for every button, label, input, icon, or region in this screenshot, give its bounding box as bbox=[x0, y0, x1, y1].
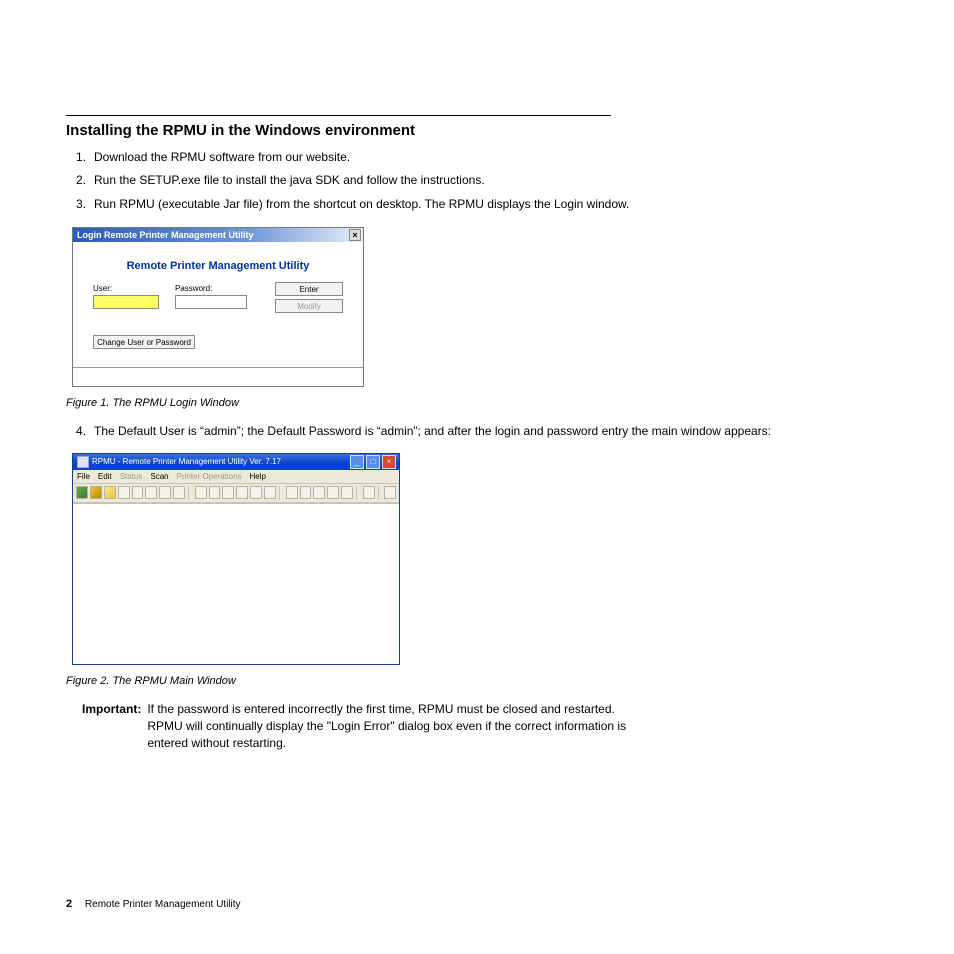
menu-status[interactable]: Status bbox=[120, 472, 143, 481]
menu-scan[interactable]: Scan bbox=[150, 472, 168, 481]
footer-doc-title: Remote Printer Management Utility bbox=[85, 899, 241, 910]
main-client-area bbox=[73, 503, 399, 664]
password-input[interactable] bbox=[175, 295, 247, 309]
toolbar-icon[interactable] bbox=[286, 486, 298, 499]
toolbar-icon[interactable] bbox=[264, 486, 276, 499]
user-input[interactable] bbox=[93, 295, 159, 309]
close-icon[interactable]: × bbox=[382, 455, 396, 469]
step-1: Download the RPMU software from our webs… bbox=[94, 149, 888, 166]
toolbar-icon[interactable] bbox=[76, 486, 88, 499]
login-heading: Remote Printer Management Utility bbox=[93, 260, 343, 272]
toolbar-icon[interactable] bbox=[90, 486, 102, 499]
figure-2-caption: Figure 2. The RPMU Main Window bbox=[66, 675, 888, 687]
page-number: 2 bbox=[66, 898, 72, 910]
toolbar-icon[interactable] bbox=[363, 486, 375, 499]
app-icon bbox=[77, 456, 89, 468]
toolbar-icon[interactable] bbox=[209, 486, 221, 499]
toolbar-icon[interactable] bbox=[236, 486, 248, 499]
step-3: Run RPMU (executable Jar file) from the … bbox=[94, 196, 888, 213]
login-titlebar: Login Remote Printer Management Utility … bbox=[73, 228, 363, 242]
toolbar-icon[interactable] bbox=[159, 486, 171, 499]
menu-file[interactable]: File bbox=[77, 472, 90, 481]
change-user-password-button[interactable]: Change User or Password bbox=[93, 335, 195, 349]
figure-1-caption: Figure 1. The RPMU Login Window bbox=[66, 397, 888, 409]
toolbar-icon[interactable] bbox=[327, 486, 339, 499]
login-window-screenshot: Login Remote Printer Management Utility … bbox=[72, 227, 364, 387]
toolbar-icon[interactable] bbox=[384, 486, 396, 499]
main-titlebar: RPMU - Remote Printer Management Utility… bbox=[73, 454, 399, 470]
step-2: Run the SETUP.exe file to install the ja… bbox=[94, 172, 888, 189]
page-footer: 2 Remote Printer Management Utility bbox=[66, 898, 241, 910]
password-label: Password: bbox=[175, 284, 247, 293]
main-window-screenshot: RPMU - Remote Printer Management Utility… bbox=[72, 453, 400, 665]
toolbar-icon[interactable] bbox=[313, 486, 325, 499]
toolbar bbox=[73, 484, 399, 503]
toolbar-separator bbox=[279, 486, 283, 500]
toolbar-separator bbox=[356, 486, 360, 500]
modify-button[interactable]: Modify bbox=[275, 299, 343, 313]
main-titlebar-text: RPMU - Remote Printer Management Utility… bbox=[92, 457, 281, 466]
important-label: Important: bbox=[82, 701, 141, 753]
toolbar-icon[interactable] bbox=[173, 486, 185, 499]
menu-edit[interactable]: Edit bbox=[98, 472, 112, 481]
toolbar-icon[interactable] bbox=[222, 486, 234, 499]
important-text: If the password is entered incorrectly t… bbox=[147, 701, 637, 753]
step-4: The Default User is “admin”; the Default… bbox=[94, 423, 888, 440]
section-rule bbox=[66, 115, 611, 116]
steps-list-1: Download the RPMU software from our webs… bbox=[66, 149, 888, 213]
menubar: File Edit Status Scan Printer Operations… bbox=[73, 470, 399, 484]
menu-help[interactable]: Help bbox=[250, 472, 266, 481]
important-note: Important: If the password is entered in… bbox=[82, 701, 888, 753]
toolbar-icon[interactable] bbox=[132, 486, 144, 499]
menu-printer-operations[interactable]: Printer Operations bbox=[177, 472, 242, 481]
login-titlebar-text: Login Remote Printer Management Utility bbox=[77, 230, 254, 240]
toolbar-separator bbox=[378, 486, 382, 500]
close-icon[interactable]: × bbox=[349, 229, 361, 241]
minimize-icon[interactable]: _ bbox=[350, 455, 364, 469]
toolbar-separator bbox=[188, 486, 192, 500]
toolbar-icon[interactable] bbox=[118, 486, 130, 499]
section-heading: Installing the RPMU in the Windows envir… bbox=[66, 122, 888, 139]
maximize-icon[interactable]: □ bbox=[366, 455, 380, 469]
enter-button[interactable]: Enter bbox=[275, 282, 343, 296]
toolbar-icon[interactable] bbox=[195, 486, 207, 499]
steps-list-2: The Default User is “admin”; the Default… bbox=[66, 423, 888, 440]
toolbar-icon[interactable] bbox=[250, 486, 262, 499]
toolbar-icon[interactable] bbox=[341, 486, 353, 499]
user-label: User: bbox=[93, 284, 159, 293]
toolbar-icon[interactable] bbox=[145, 486, 157, 499]
toolbar-icon[interactable] bbox=[300, 486, 312, 499]
toolbar-icon[interactable] bbox=[104, 486, 116, 499]
